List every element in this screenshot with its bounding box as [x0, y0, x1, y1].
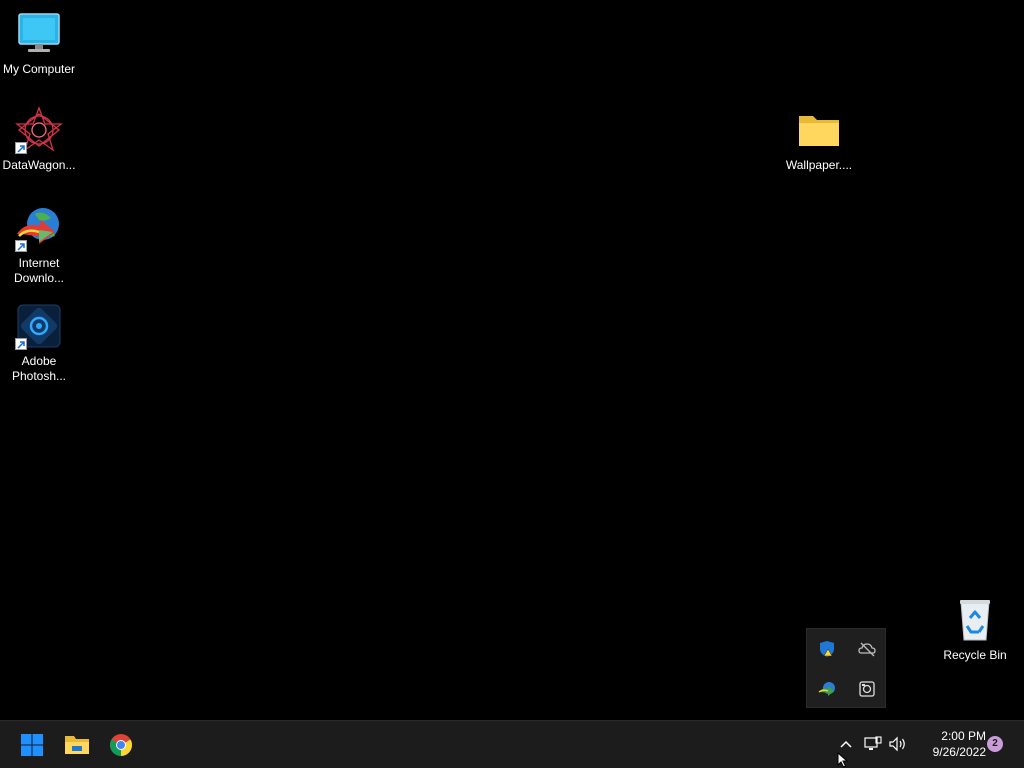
taskbar: 2:00 PM 9/26/2022	[0, 720, 1024, 768]
adobe-photoshop-icon	[15, 302, 63, 350]
mouse-cursor-icon	[837, 752, 849, 768]
desktop-icon-datawagon[interactable]: DataWagon...	[1, 106, 77, 173]
chrome-button[interactable]	[105, 729, 137, 761]
desktop-icon-my-computer[interactable]: My Computer	[1, 10, 77, 77]
recycle-bin-icon	[951, 596, 999, 644]
tray-overflow-popup	[806, 628, 886, 708]
start-button[interactable]	[16, 729, 48, 761]
chevron-up-icon	[840, 740, 852, 748]
datawagon-icon	[15, 106, 63, 154]
desktop-icon-label: Adobe Photosh...	[11, 354, 67, 383]
network-icon[interactable]	[862, 733, 884, 755]
desktop: My Computer DataWagon... Internet Downlo…	[0, 0, 1024, 720]
desktop-icon-label: Internet Downlo...	[13, 256, 65, 285]
capture-tool-icon[interactable]	[855, 677, 879, 701]
onedrive-offline-icon[interactable]	[855, 637, 879, 661]
taskbar-clock[interactable]: 2:00 PM 9/26/2022	[912, 728, 986, 760]
file-explorer-icon	[65, 736, 89, 754]
desktop-icon-internet-download-manager[interactable]: Internet Downlo...	[1, 204, 77, 286]
chrome-icon	[110, 734, 132, 756]
volume-icon[interactable]	[887, 733, 909, 755]
windows-logo-icon	[21, 734, 43, 756]
desktop-icon-recycle-bin[interactable]: Recycle Bin	[937, 596, 1013, 663]
clock-date: 9/26/2022	[932, 745, 986, 759]
desktop-icon-adobe-photoshop[interactable]: Adobe Photosh...	[1, 302, 77, 384]
desktop-icon-label: Recycle Bin	[943, 648, 1007, 662]
notification-count-badge[interactable]: 2	[987, 736, 1003, 752]
desktop-icon-label: Wallpaper....	[785, 158, 853, 172]
desktop-icon-label: My Computer	[2, 62, 76, 76]
shortcut-arrow-icon	[15, 338, 27, 350]
monitor-icon	[15, 10, 63, 58]
desktop-icon-label: DataWagon...	[2, 158, 76, 172]
desktop-icon-wallpaper-folder[interactable]: Wallpaper....	[781, 106, 857, 173]
file-explorer-button[interactable]	[61, 729, 93, 761]
clock-time: 2:00 PM	[941, 729, 986, 743]
windows-security-warning-icon[interactable]	[815, 637, 839, 661]
shortcut-arrow-icon	[15, 142, 27, 154]
folder-icon	[795, 106, 843, 154]
shortcut-arrow-icon	[15, 240, 27, 252]
internet-download-manager-tray-icon[interactable]	[815, 677, 839, 701]
internet-download-manager-icon	[15, 204, 63, 252]
